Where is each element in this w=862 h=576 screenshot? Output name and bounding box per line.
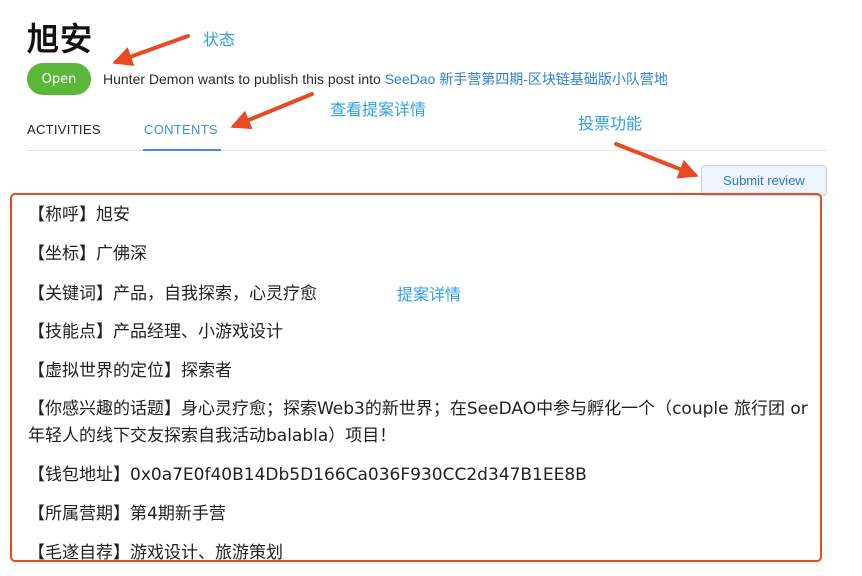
field-wallet-address: 【钱包地址】0x0a7E0f40B14Db5D166Ca036F930CC2d3… — [28, 465, 587, 485]
annotation-view-details-label: 查看提案详情 — [330, 100, 427, 119]
publish-phrase: wants to publish this post into — [194, 71, 385, 87]
field-skills: 【技能点】产品经理、小游戏设计 — [28, 322, 283, 342]
annotation-voting-label: 投票功能 — [578, 114, 643, 133]
status-badge: Open — [27, 63, 91, 95]
page-title: 旭安 — [27, 20, 94, 58]
tab-contents[interactable]: CONTENTS — [144, 122, 218, 137]
publish-info: Hunter Demon wants to publish this post … — [103, 69, 668, 89]
field-cohort: 【所属营期】第4期新手营 — [28, 504, 226, 524]
arrow-to-status-icon — [112, 34, 190, 66]
field-keywords: 【关键词】产品，自我探索，心灵疗愈 — [28, 284, 317, 304]
annotation-status-label: 状态 — [203, 30, 236, 49]
tab-bar: ACTIVITIES CONTENTS — [27, 112, 827, 151]
field-location: 【坐标】广佛深 — [28, 244, 147, 264]
target-guild-link[interactable]: SeeDao 新手营第四期-区块链基础版小队营地 — [385, 71, 668, 87]
field-virtual-role: 【虚拟世界的定位】探索者 — [28, 361, 232, 381]
field-nickname: 【称呼】旭安 — [28, 205, 130, 225]
status-row: Open Hunter Demon wants to publish this … — [27, 63, 668, 95]
tab-activities[interactable]: ACTIVITIES — [27, 122, 101, 137]
annotation-details-label: 提案详情 — [397, 285, 462, 304]
field-self-recommendation: 【毛遂自荐】游戏设计、旅游策划 — [28, 543, 283, 563]
active-tab-indicator — [143, 149, 221, 151]
submit-review-button[interactable]: Submit review — [701, 165, 827, 196]
author-name[interactable]: Hunter Demon — [103, 71, 194, 87]
field-interests: 【你感兴趣的话题】身心灵疗愈；探索Web3的新世界；在SeeDAO中参与孵化一个… — [28, 399, 808, 446]
